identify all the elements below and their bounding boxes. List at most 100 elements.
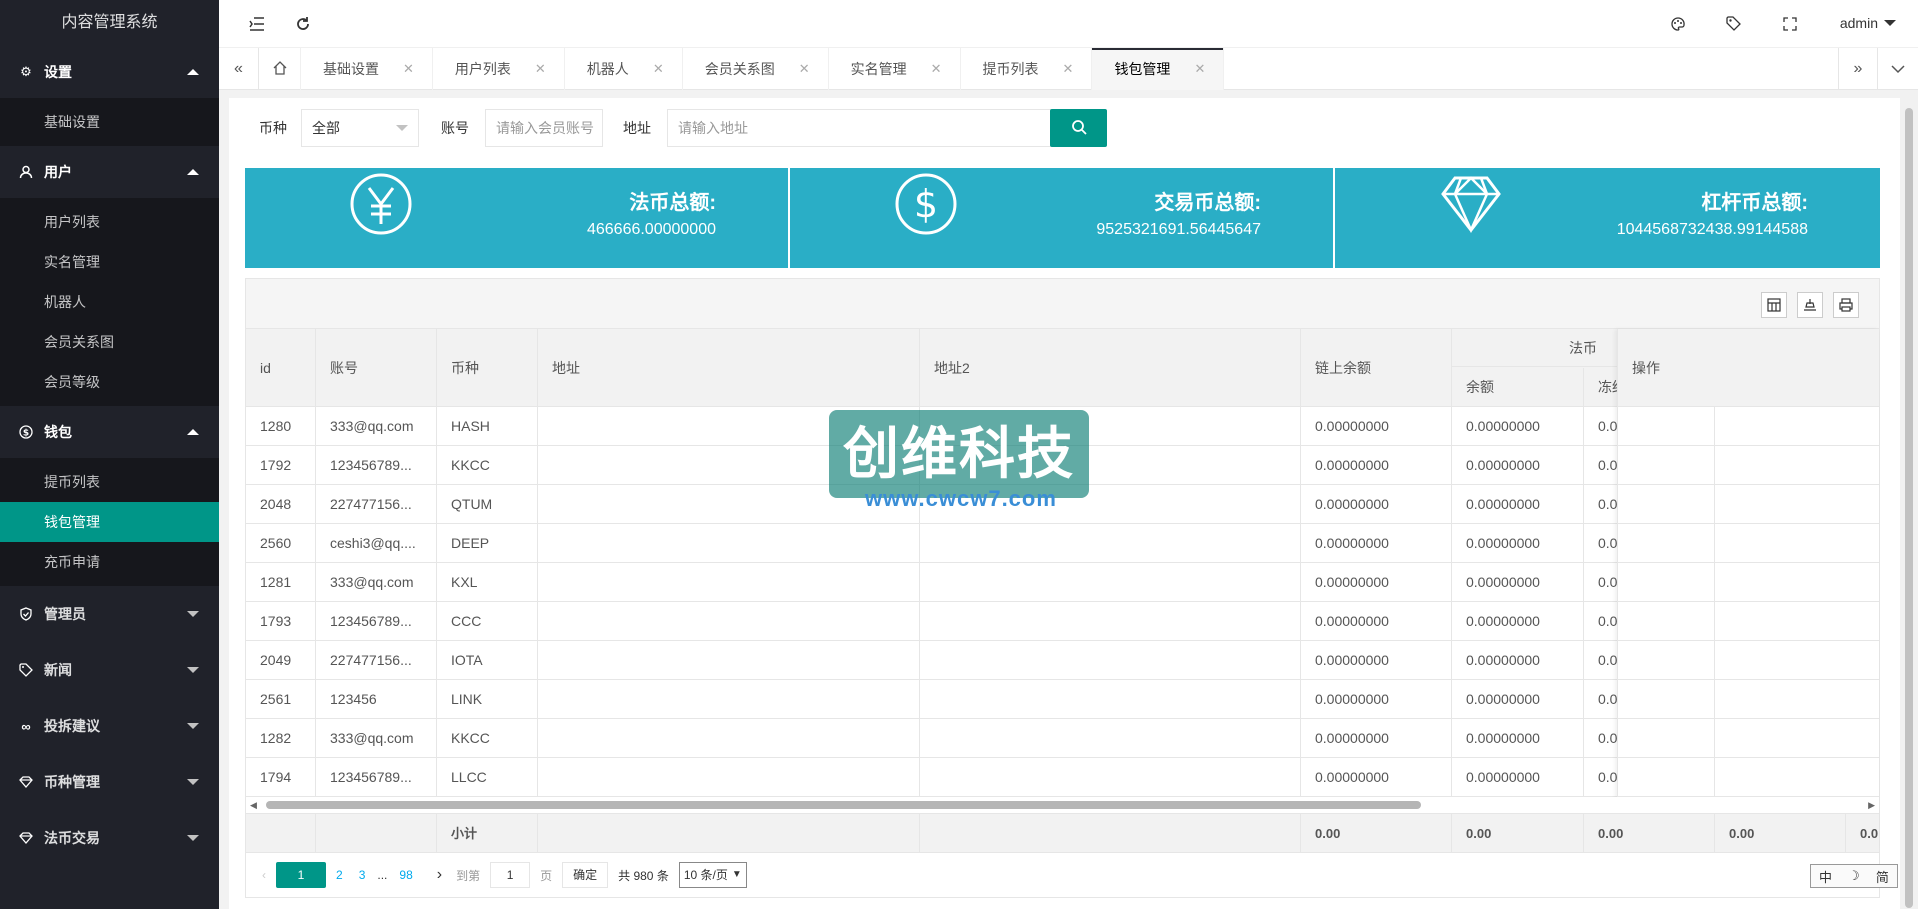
tab-basic-settings[interactable]: 基础设置 ✕ bbox=[301, 48, 433, 90]
prev-page-icon[interactable]: ‹ bbox=[256, 862, 272, 888]
tab-user-list[interactable]: 用户列表 ✕ bbox=[433, 48, 565, 90]
ime-indicator[interactable]: 中 ☽ 简 bbox=[1810, 864, 1898, 888]
fullscreen-icon[interactable] bbox=[1780, 14, 1800, 34]
cell-balance: 0.00000000 bbox=[1452, 680, 1584, 719]
sidebar-item-withdraw-list[interactable]: 提币列表 bbox=[0, 462, 219, 502]
tag-icon bbox=[18, 662, 34, 678]
sidebar-item-member-graph[interactable]: 会员关系图 bbox=[0, 322, 219, 362]
columns-filter-icon[interactable] bbox=[1761, 292, 1787, 318]
cell-account: 333@qq.com bbox=[316, 563, 437, 602]
cell-id: 1793 bbox=[246, 602, 316, 641]
menu-toggle-icon[interactable] bbox=[247, 14, 267, 34]
diamond-icon bbox=[18, 830, 34, 846]
currency-label: 币种 bbox=[259, 120, 287, 136]
sidebar-group-users[interactable]: 用户 bbox=[0, 146, 219, 198]
cell-currency: KKCC bbox=[437, 719, 538, 758]
svg-text:$: $ bbox=[23, 429, 29, 439]
cell-empty bbox=[538, 680, 920, 719]
close-icon[interactable]: ✕ bbox=[1194, 61, 1205, 77]
sidebar-group-admin[interactable]: 管理员 bbox=[0, 586, 219, 642]
close-icon[interactable]: ✕ bbox=[799, 61, 810, 77]
stat-card-title: 交易币总额: bbox=[1154, 192, 1261, 214]
link-icon: ∞ bbox=[21, 718, 31, 734]
scroll-left-arrow-icon[interactable]: ◀ bbox=[250, 800, 257, 811]
sidebar-group-settings[interactable]: ⚙ 设置 bbox=[0, 46, 219, 98]
close-icon[interactable]: ✕ bbox=[535, 61, 546, 77]
cell-currency: LLCC bbox=[437, 758, 538, 797]
cell-id: 2049 bbox=[246, 641, 316, 680]
page-number-input[interactable]: 1 bbox=[490, 862, 531, 888]
page-vertical-scrollbar[interactable] bbox=[1900, 90, 1918, 909]
watermark-text: 创维科技 bbox=[843, 422, 1075, 485]
tab-member-graph[interactable]: 会员关系图 ✕ bbox=[683, 48, 829, 90]
sidebar-item-wallet-manage[interactable]: 钱包管理 bbox=[0, 502, 219, 542]
account-input[interactable]: 请输入会员账号 bbox=[485, 109, 603, 147]
tab-label: 提币列表 bbox=[982, 61, 1039, 77]
caret-up-icon bbox=[187, 69, 199, 75]
page-3[interactable]: 3 bbox=[353, 862, 372, 888]
theme-palette-icon[interactable] bbox=[1668, 14, 1688, 34]
sidebar-group-currency[interactable]: 币种管理 bbox=[0, 754, 219, 810]
total-cell-empty bbox=[316, 814, 437, 853]
sidebar-item-user-list[interactable]: 用户列表 bbox=[0, 202, 219, 242]
close-icon[interactable]: ✕ bbox=[403, 61, 414, 77]
search-button[interactable] bbox=[1050, 109, 1107, 147]
tab-label: 用户列表 bbox=[454, 61, 511, 77]
tab-realname[interactable]: 实名管理 ✕ bbox=[829, 48, 961, 90]
tab-withdraw-list[interactable]: 提币列表 ✕ bbox=[961, 48, 1093, 90]
page-2[interactable]: 2 bbox=[330, 862, 349, 888]
close-icon[interactable]: ✕ bbox=[1063, 61, 1074, 77]
currency-select-value: 全部 bbox=[312, 120, 340, 136]
per-page-select[interactable]: 10 条/页 ▼ bbox=[678, 862, 747, 888]
sidebar-item-member-level[interactable]: 会员等级 bbox=[0, 362, 219, 402]
tabs-menu-chevron-down-icon[interactable] bbox=[1878, 48, 1918, 90]
export-icon[interactable] bbox=[1797, 292, 1823, 318]
sidebar-item-deposit-apply[interactable]: 充币申请 bbox=[0, 542, 219, 582]
cell-currency: QTUM bbox=[437, 485, 538, 524]
cell-empty bbox=[920, 524, 1301, 563]
horizontal-scrollbar[interactable]: ◀ ▶ bbox=[246, 797, 1879, 813]
next-page-icon[interactable]: › bbox=[431, 862, 448, 888]
refresh-icon[interactable] bbox=[293, 14, 313, 34]
user-menu[interactable]: admin bbox=[1840, 15, 1896, 31]
page-scroll-thumb[interactable] bbox=[1905, 108, 1913, 908]
tabs-scroll-left-icon[interactable]: « bbox=[219, 48, 259, 90]
sidebar-item-realname[interactable]: 实名管理 bbox=[0, 242, 219, 282]
scrollbar-thumb[interactable] bbox=[266, 801, 1421, 809]
sidebar-group-fiat-trade[interactable]: 法币交易 bbox=[0, 810, 219, 866]
cell-balance: 0.00000000 bbox=[1452, 641, 1584, 680]
total-balance: 0.00 bbox=[1452, 814, 1584, 853]
page-1[interactable]: 1 bbox=[276, 862, 326, 888]
tabs-scroll-right-icon[interactable]: » bbox=[1838, 48, 1878, 90]
tab-label: 钱包管理 bbox=[1114, 61, 1171, 77]
sidebar: 内容管理系统 ⚙ 设置 基础设置 用户 用户列表 实名管理 机器人 会员关系图 … bbox=[0, 0, 219, 909]
sidebar-group-wallet[interactable]: $ 钱包 bbox=[0, 406, 219, 458]
close-icon[interactable]: ✕ bbox=[931, 61, 942, 77]
sidebar-group-suggestions[interactable]: ∞ 投拆建议 bbox=[0, 698, 219, 754]
cell-balance: 0.00000000 bbox=[1452, 758, 1584, 797]
tab-wallet-manage[interactable]: 钱包管理 ✕ bbox=[1092, 48, 1225, 90]
cell-balance: 0.00000000 bbox=[1452, 524, 1584, 563]
page-ellipsis: ... bbox=[377, 868, 388, 882]
tag-icon[interactable] bbox=[1724, 14, 1744, 34]
top-header: admin bbox=[219, 0, 1918, 48]
cell-empty bbox=[538, 641, 920, 680]
sidebar-item-basic-settings[interactable]: 基础设置 bbox=[0, 102, 219, 142]
page-last[interactable]: 98 bbox=[393, 862, 418, 888]
sidebar-item-robot[interactable]: 机器人 bbox=[0, 282, 219, 322]
tab-home[interactable] bbox=[259, 48, 301, 90]
currency-select[interactable]: 全部 bbox=[301, 109, 419, 147]
total-chain-balance: 0.00 bbox=[1301, 814, 1452, 853]
scroll-right-arrow-icon[interactable]: ▶ bbox=[1868, 800, 1875, 811]
sidebar-group-news[interactable]: 新闻 bbox=[0, 642, 219, 698]
close-icon[interactable]: ✕ bbox=[653, 61, 664, 77]
tab-robot[interactable]: 机器人 ✕ bbox=[565, 48, 683, 90]
total-label: 小计 bbox=[437, 814, 538, 853]
cell-chain: 0.00000000 bbox=[1301, 641, 1452, 680]
ime-moon-icon: ☽ bbox=[1848, 868, 1860, 883]
caret-up-icon bbox=[187, 429, 199, 435]
cell-currency: KXL bbox=[437, 563, 538, 602]
page-confirm-button[interactable]: 确定 bbox=[562, 862, 609, 888]
address-input[interactable]: 请输入地址 bbox=[667, 109, 1051, 147]
print-icon[interactable] bbox=[1833, 292, 1859, 318]
